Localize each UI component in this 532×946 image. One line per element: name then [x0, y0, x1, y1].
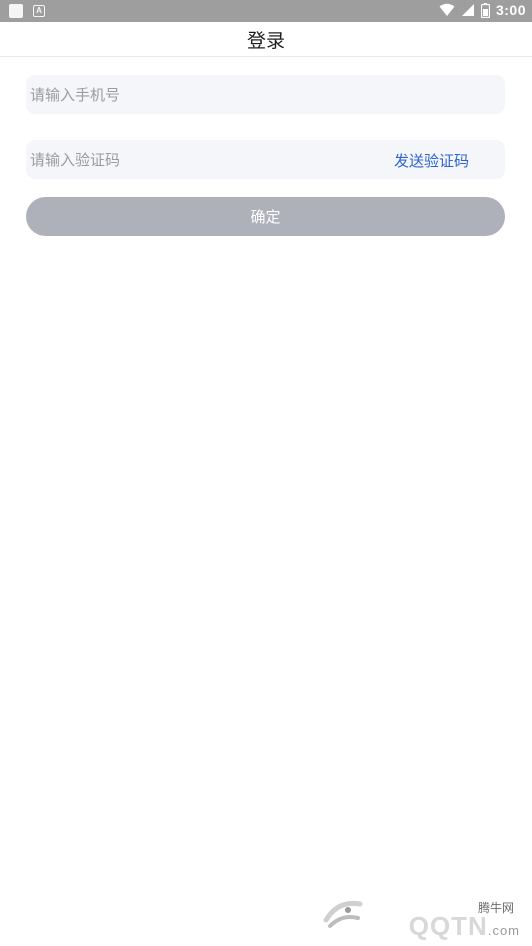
page-title: 登录 — [246, 30, 285, 52]
app-a-icon: A — [33, 5, 45, 17]
status-bar: A 3:00 — [0, 0, 532, 22]
verification-code-input[interactable] — [26, 140, 366, 179]
title-bar: 登录 — [0, 22, 532, 57]
watermark-brand: QQTN — [408, 911, 488, 941]
status-left-icons: A — [9, 4, 45, 18]
send-code-button[interactable]: 发送验证码 — [394, 150, 469, 171]
battery-icon — [480, 2, 490, 18]
wifi-icon — [439, 3, 455, 16]
status-time: 3:00 — [495, 2, 526, 18]
watermark-en-text: QQTN.com — [409, 911, 520, 942]
phone-input[interactable] — [26, 75, 505, 114]
watermark-suffix: .com — [487, 923, 520, 938]
qqtn-logo-icon — [323, 900, 363, 928]
code-field: 发送验证码 — [26, 140, 505, 179]
phone-field — [26, 75, 505, 114]
confirm-button[interactable]: 确定 — [26, 197, 505, 236]
watermark: 腾牛网 QQTN.com — [312, 880, 532, 946]
notification-square-icon — [9, 4, 23, 18]
status-right-icons: 3:00 — [439, 2, 526, 18]
signal-icon — [461, 4, 474, 16]
